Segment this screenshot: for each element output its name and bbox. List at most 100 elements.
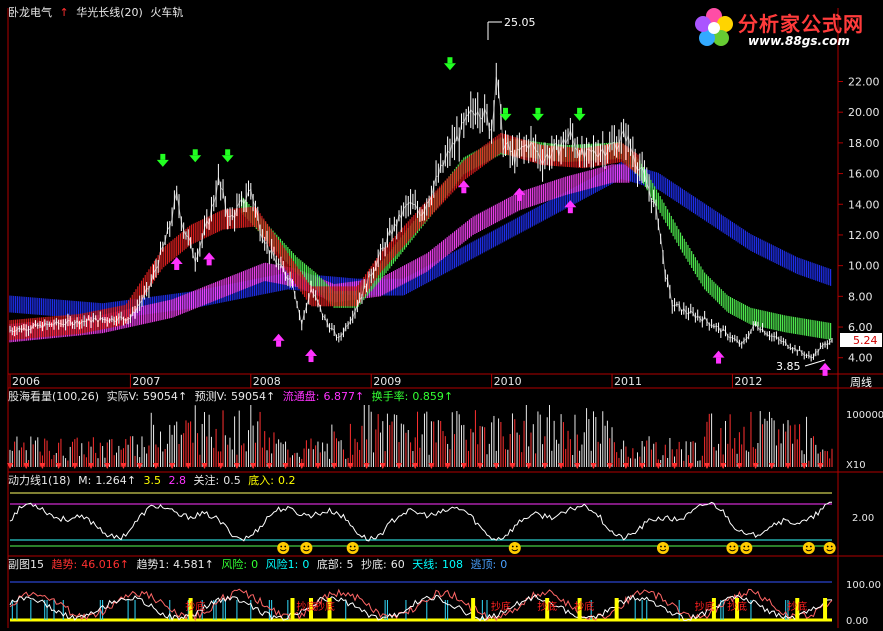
volume-scale-label: X10	[846, 460, 866, 471]
smiley-icon	[508, 542, 521, 554]
momentum-line	[9, 501, 833, 542]
m-value: 1.264	[95, 474, 127, 487]
buy-arrow-icon-shaft	[822, 369, 828, 376]
y-tick-label: 4.00	[848, 352, 873, 365]
volume-title: 股海看量	[8, 390, 52, 403]
x-tick-label: 2010	[494, 375, 522, 388]
sell-arrow-icon	[443, 57, 456, 71]
predict-v-label: 预测V	[194, 390, 224, 403]
smiley-eye	[830, 545, 833, 548]
momentum-param: (18)	[48, 474, 71, 487]
logo-name: 分析家公式网	[738, 12, 864, 36]
buy-arrow-icon-head	[272, 333, 285, 341]
x-tick-label: 2009	[373, 375, 401, 388]
buy-arrow-icon-head	[305, 349, 318, 357]
smiley-icon	[802, 542, 815, 554]
sell-arrow-icon-head	[531, 113, 544, 121]
arrow-up-icon: ↑	[443, 390, 454, 403]
x-tick-label: 2008	[253, 375, 281, 388]
blue-band	[9, 162, 832, 321]
smiley-eye	[826, 545, 829, 548]
sell-arrow-icon-shaft	[535, 107, 541, 114]
sell-arrow-icon-shaft	[577, 107, 583, 114]
escape-label: 逃顶	[470, 558, 493, 571]
smiley-icon	[823, 542, 836, 554]
smiley-eye	[729, 545, 732, 548]
risk1-label: 风险1	[265, 558, 295, 571]
bottom-in-value: 0.2	[277, 474, 296, 487]
current-price-label: 5.24	[853, 334, 878, 347]
high-price-label: 25.05	[504, 16, 536, 29]
turnover-label: 换手率	[371, 390, 405, 403]
sub-y-tick-top: 100.00	[846, 580, 881, 591]
smiley-icon	[656, 542, 669, 554]
smiley-eye	[805, 545, 808, 548]
sell-arrow-icon-shaft	[160, 153, 166, 160]
sub-buy-label: 抄底	[537, 600, 557, 613]
sell-arrow-icon	[573, 107, 586, 121]
trend1-label: 趋势1	[136, 558, 166, 571]
buy-arrow-icon-shaft	[716, 357, 722, 364]
sub-y-tick-bottom: 0.00	[846, 616, 868, 627]
y-tick-label: 6.00	[848, 321, 873, 334]
risk-value: 0	[251, 558, 259, 571]
sub-yellow-marker	[614, 598, 619, 620]
smiley-eye	[515, 545, 518, 548]
predict-v-value: 59054	[231, 390, 267, 403]
sub-yellow-marker	[290, 598, 295, 620]
buy-arrow-icon-shaft	[461, 187, 467, 194]
bottom-in-label: 底入	[248, 474, 271, 487]
smiley-eye	[511, 545, 514, 548]
indicator-sub: 火车轨	[150, 6, 184, 19]
sell-arrow-icon-head	[443, 63, 456, 71]
sub-title: 副图15	[8, 558, 44, 571]
momentum-v3: 2.8	[168, 474, 187, 487]
arrow-up-icon: ↑	[177, 390, 188, 403]
site-logo: 分析家公式网 www.88gs.com	[690, 4, 880, 54]
logo-url: www.88gs.com	[748, 34, 850, 48]
smiley-eye	[809, 545, 812, 548]
smiley-eye	[280, 545, 283, 548]
sub-buy-label: 抄底	[185, 600, 205, 613]
arrow-up-icon: ↑	[119, 558, 129, 571]
arrow-up-icon: ↑	[354, 390, 365, 403]
buy-arrow-icon	[305, 349, 318, 363]
focus-label: 关注	[193, 474, 216, 487]
turnover-value: 0.859	[412, 390, 444, 403]
sub-buy-label: 抄底	[574, 600, 594, 613]
current-price-tag: 5.24	[840, 333, 882, 347]
smiley-eye	[303, 545, 306, 548]
momentum-panel-chart	[9, 492, 836, 554]
smiley-eye	[747, 545, 750, 548]
momentum-v2: 3.5	[143, 474, 162, 487]
sell-arrow-icon-head	[573, 113, 586, 121]
momentum-y-tick: 2.00	[852, 513, 874, 524]
sub-buy-label: 抄底	[491, 600, 511, 613]
smiley-eye	[353, 545, 356, 548]
sub-header: 副图15 趋势: 46.016↑ 趋势1: 4.581↑ 风险: 0 风险1: 0 底部…	[8, 558, 508, 571]
sub-buy-label: 抄底	[296, 600, 316, 613]
float-label: 流通盘	[282, 390, 316, 403]
period-label: 周线	[850, 375, 872, 389]
smiley-eye	[664, 545, 666, 548]
focus-value: 0.5	[223, 474, 241, 487]
smiley-eye	[733, 545, 736, 548]
sell-arrow-icon-head	[156, 159, 169, 167]
sub-buy-label: 抄底	[695, 600, 715, 613]
bottom-value: 5	[346, 558, 354, 571]
sell-arrow-icon-shaft	[192, 149, 198, 156]
indicator-param: (20)	[120, 6, 143, 19]
x-tick-label: 2012	[734, 375, 762, 388]
volume-panel-chart	[7, 405, 833, 469]
arrow-up-icon: ↑	[59, 6, 69, 19]
risk-label: 风险	[221, 558, 244, 571]
high-price-marker: 25.05	[487, 16, 536, 40]
volume-y-tick: 100000	[846, 410, 883, 421]
main-price-chart	[9, 57, 833, 376]
sell-arrow-icon	[531, 107, 544, 121]
actual-v-value: 59054	[142, 390, 178, 403]
indicator-name: 华光长线	[76, 6, 121, 19]
stock-name: 卧龙电气	[8, 6, 52, 19]
sub-buy-label: 抄底	[727, 600, 747, 613]
volume-header: 股海看量(100,26) 实际V: 59054↑ 预测V: 59054↑ 流通盘: 6…	[8, 390, 454, 403]
